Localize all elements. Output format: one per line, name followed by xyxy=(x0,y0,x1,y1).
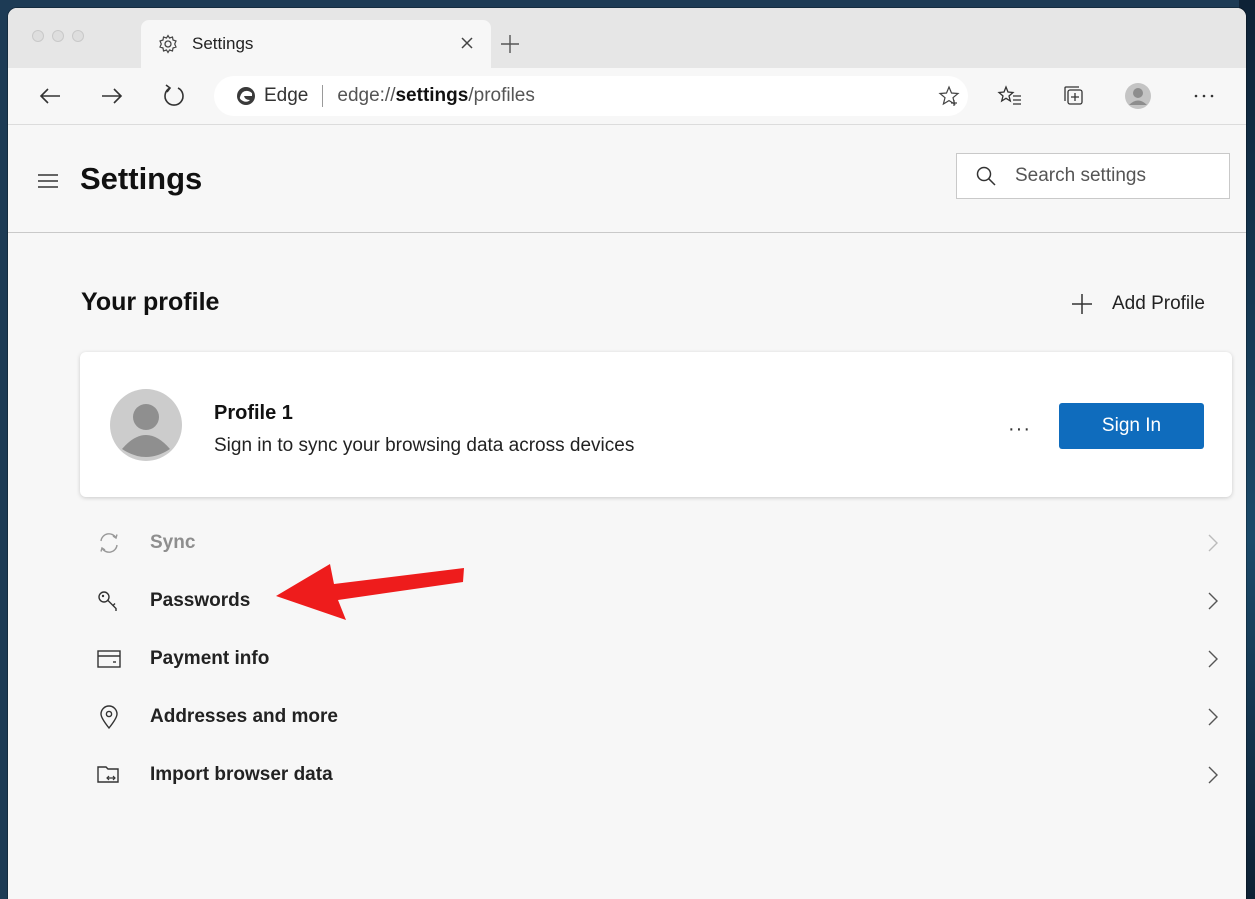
address-divider xyxy=(322,85,324,107)
section-title-your-profile: Your profile xyxy=(81,288,220,316)
list-item-payment-info[interactable]: Payment info xyxy=(80,630,1232,688)
gear-icon xyxy=(159,34,177,54)
annotation-arrow-icon xyxy=(276,564,464,620)
tab-title: Settings xyxy=(192,34,254,53)
avatar xyxy=(110,389,182,461)
profile-subtitle: Sign in to sync your browsing data acros… xyxy=(214,435,635,456)
list-item-passwords[interactable]: Passwords xyxy=(80,572,1232,630)
navigation-toolbar: Edge edge://settings/profiles xyxy=(8,68,1246,125)
chevron-right-icon xyxy=(1208,592,1218,610)
chevron-right-icon xyxy=(1208,708,1218,726)
location-pin-icon xyxy=(100,705,118,730)
chevron-right-icon xyxy=(1208,534,1218,552)
list-item-sync[interactable]: Sync xyxy=(80,514,1232,572)
hamburger-menu-icon[interactable] xyxy=(36,172,60,190)
collections-icon[interactable] xyxy=(1060,82,1088,110)
search-icon xyxy=(976,166,996,186)
list-item-import-browser-data[interactable]: Import browser data xyxy=(80,746,1232,804)
forward-arrow-icon[interactable] xyxy=(98,82,126,110)
settings-header: Settings xyxy=(8,125,1246,233)
tab-strip: Settings xyxy=(8,8,1246,68)
list-item-label: Addresses and more xyxy=(150,706,338,727)
minimize-window-button[interactable] xyxy=(52,30,64,42)
zoom-window-button[interactable] xyxy=(72,30,84,42)
back-arrow-icon[interactable] xyxy=(36,82,64,110)
plus-icon xyxy=(1072,294,1092,314)
more-options-icon[interactable] xyxy=(1190,82,1218,110)
url-text: edge://settings/profiles xyxy=(337,85,535,106)
favorites-icon[interactable] xyxy=(996,82,1024,110)
profile-settings-list: Sync Passwords Payment info Addresses an… xyxy=(80,514,1232,804)
window-controls xyxy=(32,30,84,42)
add-favorite-icon[interactable] xyxy=(938,85,960,107)
tab-settings[interactable]: Settings xyxy=(141,20,491,68)
list-item-addresses[interactable]: Addresses and more xyxy=(80,688,1232,746)
add-profile-button[interactable]: Add Profile xyxy=(1070,292,1205,316)
list-item-label: Payment info xyxy=(150,648,270,669)
chevron-right-icon xyxy=(1208,650,1218,668)
close-window-button[interactable] xyxy=(32,30,44,42)
edge-logo-icon xyxy=(237,87,255,105)
list-item-label: Sync xyxy=(150,532,196,553)
import-icon xyxy=(97,766,119,783)
profile-avatar-icon[interactable] xyxy=(1124,82,1152,110)
list-item-label: Passwords xyxy=(150,590,251,611)
profile-name: Profile 1 xyxy=(214,402,293,424)
close-tab-icon[interactable] xyxy=(457,33,477,53)
card-icon xyxy=(97,650,121,668)
chevron-right-icon xyxy=(1208,766,1218,784)
page-title: Settings xyxy=(80,161,203,196)
key-icon xyxy=(98,591,117,611)
search-input[interactable] xyxy=(1013,164,1207,188)
site-name: Edge xyxy=(264,85,309,106)
search-settings-box[interactable] xyxy=(956,153,1230,199)
sync-icon xyxy=(100,533,118,553)
profile-card: Profile 1 Sign in to sync your browsing … xyxy=(80,352,1232,497)
new-tab-icon[interactable] xyxy=(498,32,522,56)
sign-in-button[interactable]: Sign In xyxy=(1059,403,1204,449)
profile-more-options-button[interactable]: ··· xyxy=(1008,418,1031,441)
browser-window: Settings Edge edge://settings/profiles S… xyxy=(8,8,1246,899)
add-profile-label: Add Profile xyxy=(1112,293,1205,314)
list-item-label: Import browser data xyxy=(150,764,333,785)
address-bar[interactable]: Edge edge://settings/profiles xyxy=(214,76,968,116)
refresh-icon[interactable] xyxy=(160,82,188,110)
